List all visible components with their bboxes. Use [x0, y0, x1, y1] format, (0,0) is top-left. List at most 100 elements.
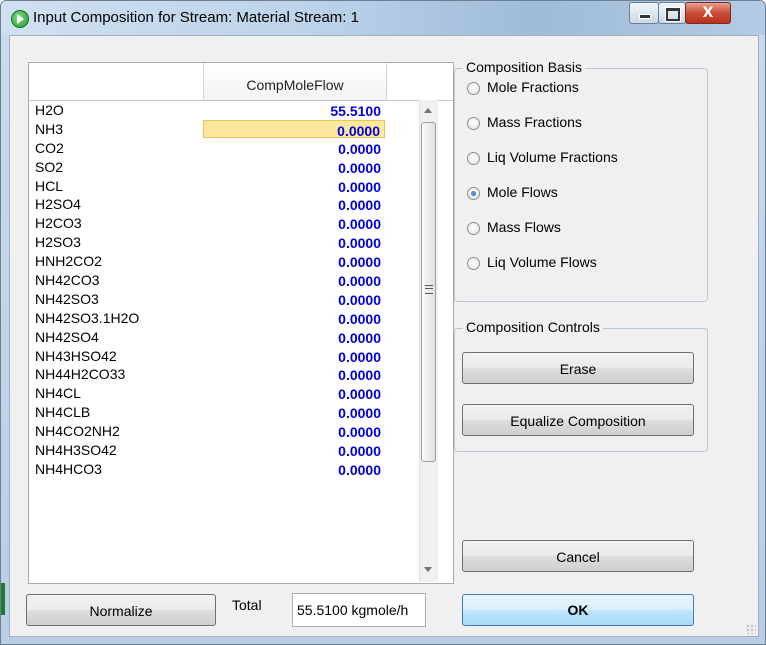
ok-button[interactable]: OK: [462, 594, 694, 626]
table-row[interactable]: NH42SO4 0.0000: [29, 328, 419, 347]
component-name-cell: CO2: [35, 139, 64, 156]
close-icon: X: [702, 5, 714, 21]
compmoleflow-cell[interactable]: 0.0000: [203, 384, 385, 402]
radio-circle-icon[interactable]: [467, 152, 480, 165]
table-row[interactable]: NH4CO2NH2 0.0000: [29, 422, 419, 441]
table-row[interactable]: HNH2CO2 0.0000: [29, 252, 419, 271]
composition-grid: CompMoleFlow H2O 55.5100 NH3 0.0000 CO2 0.000…: [28, 62, 454, 584]
table-row[interactable]: SO2 0.0000: [29, 158, 419, 177]
component-name-cell: NH4HCO3: [35, 460, 102, 477]
compmoleflow-cell[interactable]: 0.0000: [203, 403, 385, 421]
component-name-cell: NH42SO3: [35, 290, 99, 307]
compmoleflow-cell[interactable]: 0.0000: [203, 365, 385, 383]
table-row[interactable]: NH4CLB 0.0000: [29, 403, 419, 422]
table-row[interactable]: H2CO3 0.0000: [29, 214, 419, 233]
table-row[interactable]: H2O 55.5100: [29, 101, 419, 120]
radio-label: Mass Flows: [487, 219, 561, 235]
compmoleflow-cell[interactable]: 0.0000: [203, 441, 385, 459]
scroll-up-icon[interactable]: [424, 108, 432, 113]
table-row[interactable]: NH4HCO3 0.0000: [29, 460, 419, 479]
compmoleflow-cell[interactable]: 0.0000: [203, 290, 385, 308]
compmoleflow-cell[interactable]: 0.0000: [203, 252, 385, 270]
dialog-window: Input Composition for Stream: Material S…: [0, 0, 766, 645]
play-icon: [11, 10, 29, 28]
component-name-cell: NH42SO3.1H2O: [35, 309, 140, 326]
radio-label: Liq Volume Fractions: [487, 149, 618, 165]
grid-rows: H2O 55.5100 NH3 0.0000 CO2 0.0000 SO2 0.0000 HCL…: [29, 101, 419, 479]
component-name-cell: NH4CL: [35, 385, 81, 402]
component-name-cell: H2SO3: [35, 234, 81, 251]
table-row[interactable]: NH44H2CO33 0.0000: [29, 365, 419, 384]
compmoleflow-cell[interactable]: 0.0000: [203, 195, 385, 213]
resize-grip-icon[interactable]: [746, 624, 756, 634]
close-button[interactable]: X: [685, 2, 731, 24]
table-row[interactable]: NH42SO3 0.0000: [29, 290, 419, 309]
table-row[interactable]: NH42SO3.1H2O 0.0000: [29, 309, 419, 328]
component-name-cell: NH4CLB: [35, 404, 91, 421]
compmoleflow-cell[interactable]: 0.0000: [203, 460, 385, 478]
component-name-cell: SO2: [35, 158, 64, 175]
total-label: Total: [232, 597, 262, 613]
scroll-thumb[interactable]: [421, 122, 436, 462]
compmoleflow-cell[interactable]: 0.0000: [203, 139, 385, 157]
compmoleflow-cell[interactable]: 0.0000: [203, 328, 385, 346]
component-name-cell: NH4H3SO42: [35, 442, 117, 459]
compmoleflow-cell[interactable]: 0.0000: [203, 158, 385, 176]
radio-label: Mass Fractions: [487, 114, 582, 130]
table-row[interactable]: HCL 0.0000: [29, 177, 419, 196]
composition-basis-title: Composition Basis: [463, 59, 585, 75]
table-row[interactable]: NH42CO3 0.0000: [29, 271, 419, 290]
table-row[interactable]: CO2 0.0000: [29, 139, 419, 158]
equalize-composition-button[interactable]: Equalize Composition: [462, 404, 694, 436]
compmoleflow-cell[interactable]: 0.0000: [203, 422, 385, 440]
compmoleflow-cell[interactable]: 55.5100: [203, 101, 385, 119]
composition-controls-title: Composition Controls: [463, 319, 603, 335]
component-name-cell: NH43HSO42: [35, 347, 117, 364]
table-row[interactable]: NH4CL 0.0000: [29, 384, 419, 403]
maximize-button[interactable]: [658, 2, 686, 24]
component-header: [29, 63, 204, 100]
compmoleflow-cell[interactable]: 0.0000: [203, 271, 385, 289]
compmoleflow-cell[interactable]: 0.0000: [203, 233, 385, 251]
erase-button[interactable]: Erase: [462, 352, 694, 384]
compmoleflow-cell[interactable]: 0.0000: [203, 309, 385, 327]
compmoleflow-cell[interactable]: 0.0000: [203, 119, 385, 139]
compmoleflow-cell[interactable]: 0.0000: [203, 347, 385, 365]
component-name-cell: H2CO3: [35, 215, 82, 232]
cancel-button[interactable]: Cancel: [462, 540, 694, 572]
radio-label: Mole Flows: [487, 184, 558, 200]
dialog-body: CompMoleFlow H2O 55.5100 NH3 0.0000 CO2 0.000…: [9, 35, 759, 637]
table-row[interactable]: NH43HSO42 0.0000: [29, 347, 419, 366]
grid-scrollbar[interactable]: [419, 100, 438, 582]
component-name-cell: NH42CO3: [35, 272, 100, 289]
component-name-cell: NH42SO4: [35, 328, 99, 345]
radio-circle-icon[interactable]: [467, 117, 480, 130]
radio-circle-icon[interactable]: [467, 257, 480, 270]
component-name-cell: H2O: [35, 102, 64, 118]
column-header-compmoleflow[interactable]: CompMoleFlow: [204, 63, 387, 100]
scroll-down-icon[interactable]: [424, 567, 432, 572]
component-name-cell: HNH2CO2: [35, 253, 102, 270]
radio-circle-icon[interactable]: [467, 82, 480, 95]
title-bar[interactable]: Input Composition for Stream: Material S…: [1, 1, 765, 35]
table-row[interactable]: H2SO4 0.0000: [29, 195, 419, 214]
component-name-cell: H2SO4: [35, 196, 81, 213]
radio-label: Mole Fractions: [487, 79, 579, 95]
radio-circle-icon[interactable]: [467, 187, 480, 200]
normalize-button[interactable]: Normalize: [26, 594, 216, 626]
grip-icon: [425, 285, 433, 294]
grid-header: CompMoleFlow: [29, 63, 453, 101]
table-row[interactable]: NH4H3SO42 0.0000: [29, 441, 419, 460]
table-row[interactable]: NH3 0.0000: [29, 119, 419, 139]
table-row[interactable]: H2SO3 0.0000: [29, 233, 419, 252]
minimize-button[interactable]: [629, 2, 659, 24]
component-name-cell: NH4CO2NH2: [35, 423, 120, 440]
compmoleflow-cell[interactable]: 0.0000: [203, 177, 385, 195]
component-name-cell: NH44H2CO33: [35, 366, 126, 383]
window-title: Input Composition for Stream: Material S…: [33, 9, 359, 26]
compmoleflow-cell[interactable]: 0.0000: [203, 214, 385, 232]
component-name-cell: NH3: [35, 120, 64, 137]
radio-circle-icon[interactable]: [467, 222, 480, 235]
total-field: 55.5100 kgmole/h: [292, 593, 426, 627]
component-name-cell: HCL: [35, 177, 64, 194]
